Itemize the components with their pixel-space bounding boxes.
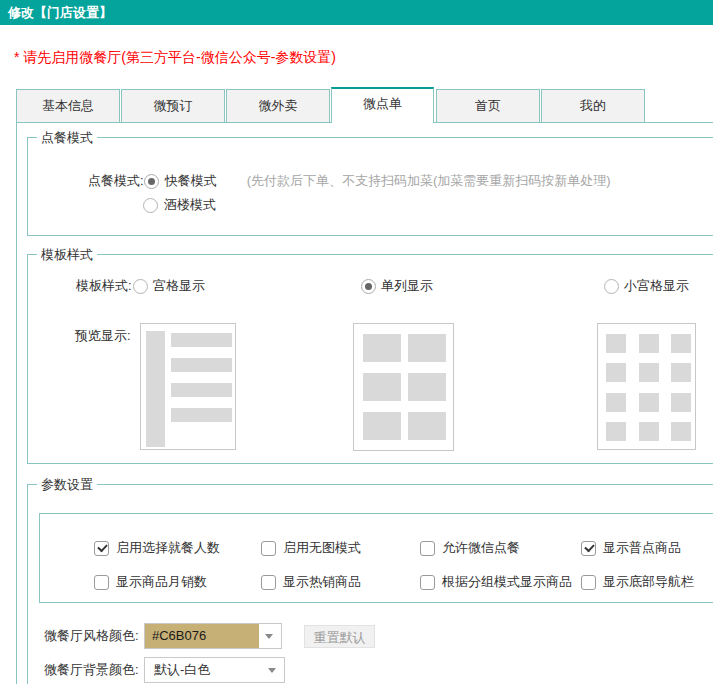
page-title: 修改【门店设置】 (8, 0, 112, 25)
radio-fast-food-mode[interactable] (144, 174, 159, 189)
section-order-mode-legend: 点餐模式 (37, 130, 97, 145)
checkbox-allow-wechat-order[interactable] (420, 541, 435, 556)
checkbox-show-hot-items-label[interactable]: 显示热销商品 (283, 573, 361, 591)
order-mode-label: 点餐模式: (88, 172, 144, 190)
params-checkbox-box: 启用选择就餐人数 启用无图模式 允许微信点餐 显示普点商品 显示商品月销数 显示… (39, 513, 713, 603)
radio-small-grid-display-label[interactable]: 小宫格显示 (624, 277, 689, 295)
style-color-swatch: #C6B076 (145, 624, 259, 648)
tab-basic-info[interactable]: 基本信息 (16, 89, 120, 123)
checkbox-group-mode-display-label[interactable]: 根据分组模式显示商品 (442, 573, 572, 591)
section-order-mode: 点餐模式 点餐模式: 快餐模式 (先付款后下单、不支持扫码加菜(加菜需要重新扫码… (27, 137, 713, 236)
radio-small-grid-display[interactable] (604, 279, 619, 294)
radio-grid-display-label[interactable]: 宫格显示 (153, 277, 205, 295)
checkbox-no-image-mode[interactable] (261, 541, 276, 556)
tab-homepage[interactable]: 首页 (436, 89, 540, 123)
bg-color-select[interactable]: 默认-白色 (144, 657, 285, 683)
checkbox-no-image-mode-label[interactable]: 启用无图模式 (283, 539, 361, 557)
section-params-legend: 参数设置 (37, 477, 97, 492)
radio-restaurant-mode-label[interactable]: 酒楼模式 (164, 196, 216, 214)
style-color-label: 微餐厅风格颜色: (44, 627, 144, 645)
section-params: 参数设置 启用选择就餐人数 启用无图模式 允许微信点餐 显示普点商品 显示商品月… (27, 484, 713, 684)
checkbox-show-monthly-sales-label[interactable]: 显示商品月销数 (116, 573, 207, 591)
checkbox-show-hot-items[interactable] (261, 575, 276, 590)
checkbox-group-mode-display[interactable] (420, 575, 435, 590)
order-mode-hint: (先付款后下单、不支持扫码加菜(加菜需要重新扫码按新单处理) (247, 172, 611, 190)
store-settings-window: 修改【门店设置】 * 请先启用微餐厅(第三方平台-微信公众号-参数设置) 基本信… (0, 0, 713, 684)
tab-mine[interactable]: 我的 (541, 89, 645, 123)
checkbox-show-bottom-nav-label[interactable]: 显示底部导航栏 (603, 573, 694, 591)
section-template-style-legend: 模板样式 (37, 247, 97, 262)
window-title-bar: 修改【门店设置】 (0, 0, 713, 25)
bg-color-label: 微餐厅背景颜色: (44, 661, 144, 679)
style-color-select[interactable]: #C6B076 (144, 623, 282, 649)
template-style-label: 模板样式: (76, 277, 132, 295)
checkbox-show-common-items[interactable] (581, 541, 596, 556)
bg-color-dropdown-arrow-icon[interactable] (268, 668, 276, 673)
radio-grid-display[interactable] (133, 279, 148, 294)
checkbox-show-common-items-label[interactable]: 显示普点商品 (603, 539, 681, 557)
preview-single-column-display (353, 323, 454, 451)
preview-label: 预览显示: (75, 327, 131, 345)
section-template-style: 模板样式 模板样式: 宫格显示 单列显示 小宫格显示 预览显示: (27, 254, 713, 464)
checkbox-enable-diner-count[interactable] (94, 541, 109, 556)
tab-takeout[interactable]: 微外卖 (226, 89, 330, 123)
checkbox-show-bottom-nav[interactable] (581, 575, 596, 590)
reset-default-button[interactable]: 重置默认 (304, 625, 375, 648)
tab-reservation[interactable]: 微预订 (121, 89, 225, 123)
tab-ordering[interactable]: 微点单 (331, 87, 434, 123)
preview-small-grid-display (597, 323, 696, 450)
radio-single-column-display[interactable] (361, 279, 376, 294)
checkbox-enable-diner-count-label[interactable]: 启用选择就餐人数 (116, 539, 220, 557)
style-color-dropdown-arrow-icon[interactable] (265, 634, 273, 639)
checkbox-allow-wechat-order-label[interactable]: 允许微信点餐 (442, 539, 520, 557)
enable-restaurant-warning: * 请先启用微餐厅(第三方平台-微信公众号-参数设置) (14, 50, 336, 65)
radio-fast-food-mode-label[interactable]: 快餐模式 (165, 172, 217, 190)
radio-single-column-display-label[interactable]: 单列显示 (381, 277, 433, 295)
radio-restaurant-mode[interactable] (143, 198, 158, 213)
checkbox-show-monthly-sales[interactable] (94, 575, 109, 590)
preview-grid-display (140, 323, 236, 450)
bg-color-value: 默认-白色 (154, 658, 210, 682)
